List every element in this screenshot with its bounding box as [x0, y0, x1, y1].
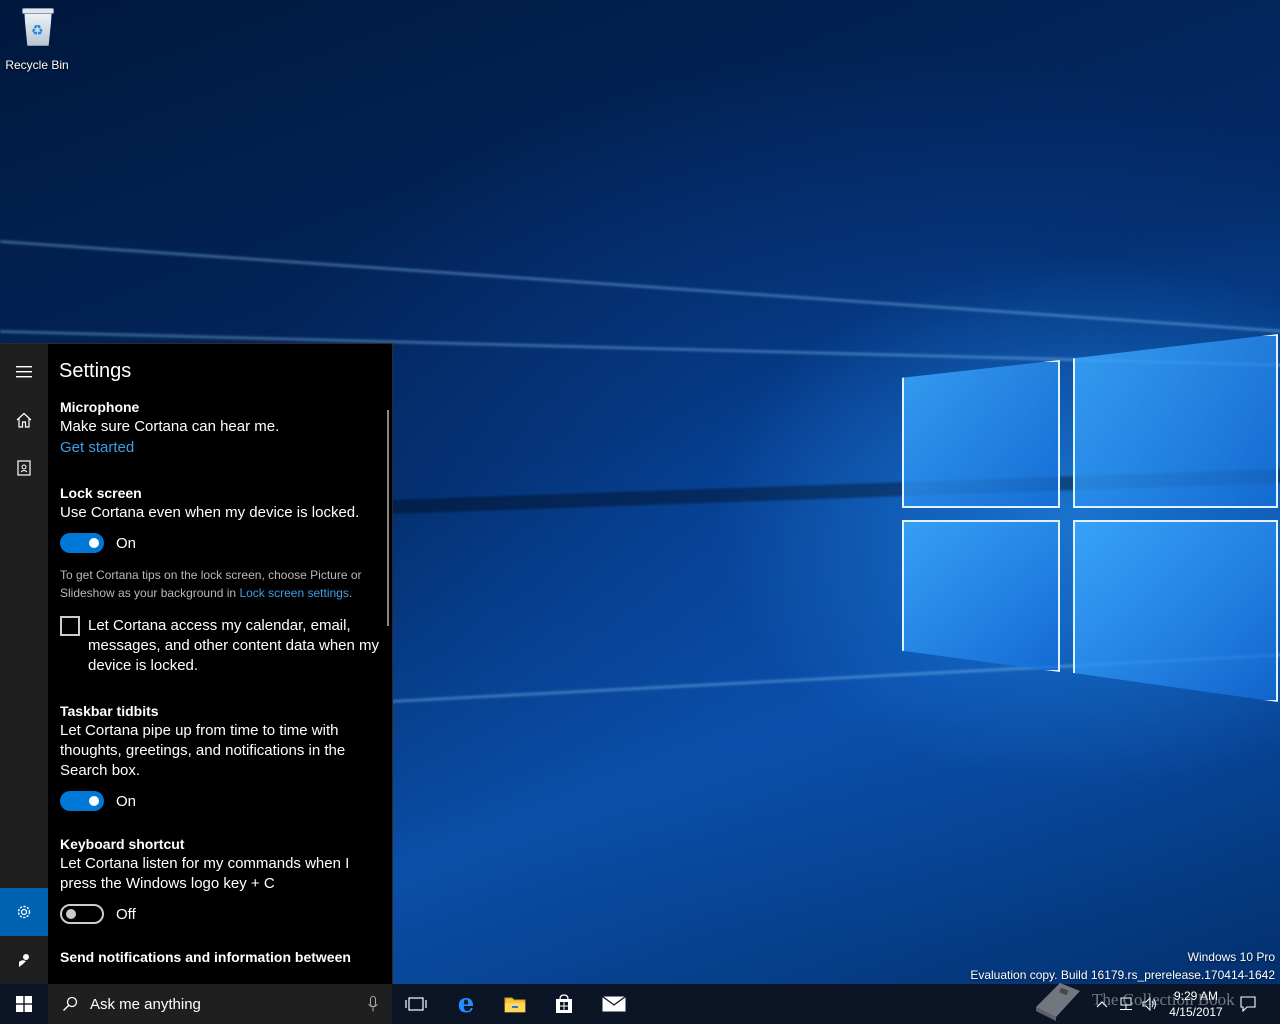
get-started-link[interactable]: Get started: [60, 438, 386, 458]
section-keyboard-shortcut: Keyboard shortcut Let Cortana listen for…: [60, 834, 386, 926]
chevron-up-icon[interactable]: [1090, 984, 1114, 1024]
watermark-build: Evaluation copy. Build 16179.rs_prerelea…: [970, 968, 1275, 982]
calendar-access-checkbox-row[interactable]: Let Cortana access my calendar, email, m…: [60, 616, 386, 676]
microphone-icon[interactable]: [368, 996, 378, 1012]
evaluation-watermark: Windows 10 Pro Evaluation copy. Build 16…: [970, 948, 1275, 984]
section-description: Make sure Cortana can hear me.: [60, 418, 280, 435]
search-placeholder: Ask me anything: [90, 995, 201, 1013]
edge-icon[interactable]: e: [442, 984, 490, 1024]
lock-screen-toggle-row: On: [60, 531, 386, 555]
feedback-icon[interactable]: [0, 936, 48, 984]
calendar-access-checkbox[interactable]: [60, 616, 80, 636]
keyboard-shortcut-toggle[interactable]: [60, 904, 104, 924]
network-icon[interactable]: [1114, 984, 1138, 1024]
notebook-icon[interactable]: [0, 444, 48, 492]
clock-time: 9:29 AM: [1173, 989, 1219, 1003]
watermark-edition: Windows 10 Pro: [1187, 950, 1275, 964]
cortana-settings-content: Settings Microphone Make sure Cortana ca…: [48, 344, 392, 984]
section-title: Keyboard shortcut: [60, 836, 185, 852]
cortana-rail: [0, 344, 48, 984]
settings-scroll-area[interactable]: Microphone Make sure Cortana can hear me…: [60, 392, 386, 967]
file-explorer-icon[interactable]: [491, 984, 539, 1024]
home-icon[interactable]: [0, 396, 48, 444]
windows-logo-icon: [16, 996, 32, 1012]
taskbar-tidbits-toggle-row: On: [60, 789, 386, 813]
section-send-notifications: Send notifications and information betwe…: [60, 947, 386, 967]
task-view-icon[interactable]: [392, 984, 440, 1024]
taskbar: Ask me anything e 9:29 AM 4/15/2017: [0, 984, 1280, 1024]
recycle-bin-icon: ♻: [20, 6, 54, 46]
search-box[interactable]: Ask me anything: [48, 984, 392, 1024]
mail-icon[interactable]: [590, 984, 638, 1024]
lock-screen-settings-link[interactable]: Lock screen settings: [239, 586, 348, 600]
gear-icon[interactable]: [0, 888, 48, 936]
section-description: Use Cortana even when my device is locke…: [60, 504, 360, 521]
toggle-state-label: Off: [116, 905, 136, 923]
section-lock-screen: Lock screen Use Cortana even when my dev…: [60, 483, 386, 676]
section-taskbar-tidbits: Taskbar tidbits Let Cortana pipe up from…: [60, 701, 386, 813]
note-end: .: [348, 586, 353, 600]
keyboard-shortcut-toggle-row: Off: [60, 902, 386, 926]
section-title: Send notifications and information betwe…: [60, 949, 351, 965]
section-title: Lock screen: [60, 485, 142, 501]
start-button[interactable]: [0, 984, 48, 1024]
section-title: Taskbar tidbits: [60, 703, 159, 719]
desktop-icon-recycle-bin[interactable]: ♻ Recycle Bin: [4, 6, 70, 72]
cortana-panel: Settings Microphone Make sure Cortana ca…: [0, 343, 393, 984]
action-center-icon[interactable]: [1234, 984, 1262, 1024]
clock-date: 4/15/2017: [1169, 1005, 1223, 1019]
toggle-state-label: On: [116, 792, 137, 810]
system-clock[interactable]: 9:29 AM 4/15/2017: [1160, 988, 1232, 1020]
store-icon[interactable]: [540, 984, 588, 1024]
search-icon: [63, 996, 78, 1011]
hamburger-menu-icon[interactable]: [0, 348, 48, 396]
lock-screen-toggle[interactable]: [60, 533, 104, 553]
lock-screen-note: To get Cortana tips on the lock screen, …: [60, 566, 386, 602]
toggle-state-label: On: [116, 534, 137, 552]
section-title: Microphone: [60, 399, 140, 415]
volume-icon[interactable]: [1138, 984, 1162, 1024]
taskbar-tidbits-toggle[interactable]: [60, 791, 104, 811]
section-description: Let Cortana pipe up from time to time wi…: [60, 722, 346, 779]
page-title: Settings: [59, 360, 132, 382]
section-description: Let Cortana listen for my commands when …: [60, 855, 350, 892]
settings-scrollbar[interactable]: [387, 410, 389, 626]
checkbox-label: Let Cortana access my calendar, email, m…: [88, 617, 380, 674]
section-microphone: Microphone Make sure Cortana can hear me…: [60, 397, 386, 458]
desktop-icon-label: Recycle Bin: [5, 58, 69, 72]
